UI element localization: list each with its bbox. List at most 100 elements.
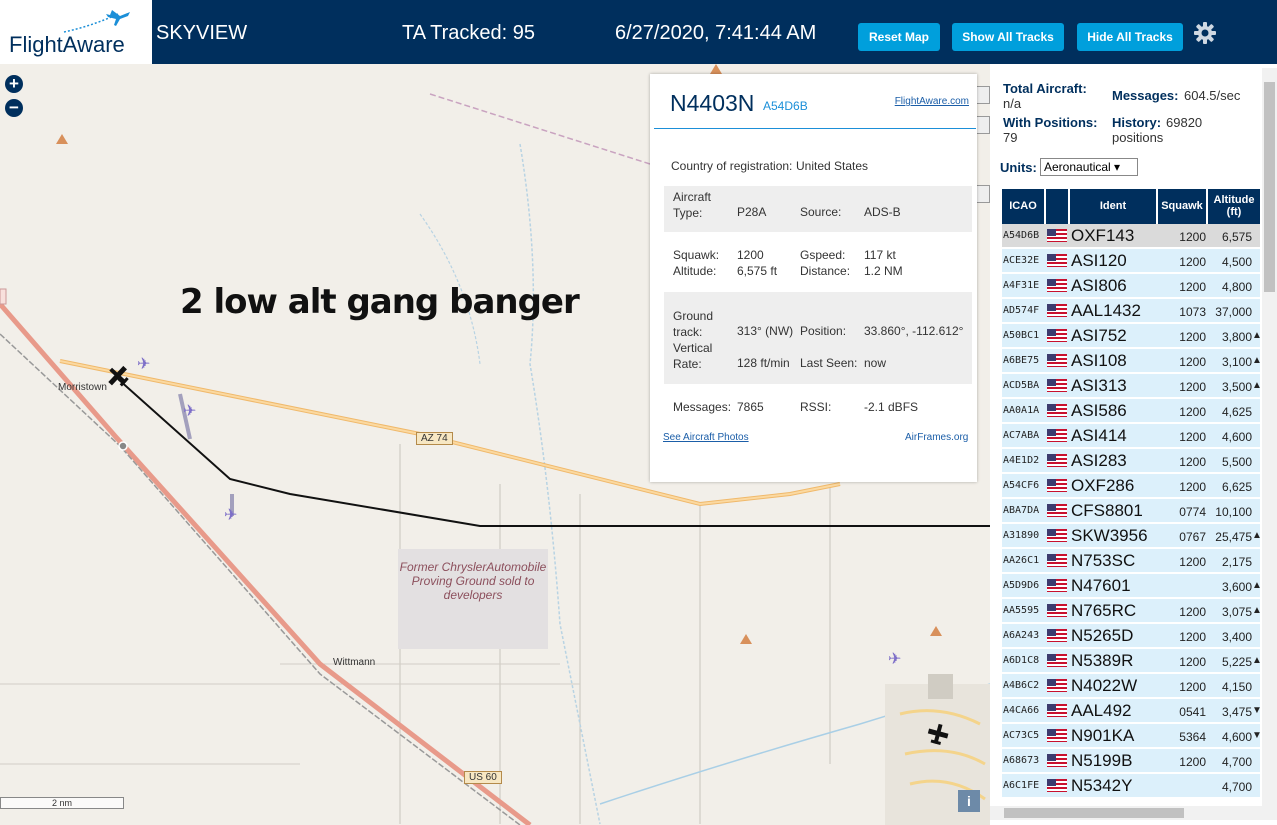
table-row[interactable]: AC7ABA ASI414 1200 4,600 (1002, 424, 1260, 448)
row-altitude: 4,700 (1221, 755, 1252, 769)
row-icao: AD574F (1003, 305, 1040, 316)
row-squawk: 1200 (1179, 480, 1206, 494)
row-squawk: 1200 (1179, 655, 1206, 669)
vertical-scrollbar[interactable] (1262, 68, 1277, 820)
row-icao: A68673 (1003, 755, 1040, 766)
reset-map-button[interactable]: Reset Map (858, 23, 940, 51)
flag-icon (1047, 679, 1067, 692)
table-row[interactable]: ABA7DA CFS8801 0774 10,100 (1002, 499, 1260, 523)
flag-icon (1047, 704, 1067, 717)
row-altitude: 2,175 (1221, 555, 1252, 569)
flag-icon (1047, 504, 1067, 517)
last-seen-value: now (864, 356, 887, 370)
tracked-count: TA Tracked: 95 (402, 22, 536, 44)
col-icao[interactable]: ICAO (1002, 189, 1044, 224)
row-ident: N5342Y (1071, 776, 1133, 795)
table-row[interactable]: ACD5BA ASI313 1200 3,500 ▲ (1002, 374, 1262, 398)
gear-icon[interactable] (1193, 21, 1217, 45)
table-row[interactable]: A4B6C2 N4022W 1200 4,150 (1002, 674, 1260, 698)
col-ident[interactable]: Ident (1070, 189, 1156, 224)
zoom-out-button[interactable]: − (5, 99, 23, 117)
table-row[interactable]: A6A243 N5265D 1200 3,400 (1002, 624, 1260, 648)
messages-rate-label: Messages: (1112, 88, 1179, 103)
rssi-value: -2.1 dBFS (864, 400, 919, 414)
airframes-link[interactable]: AirFrames.org (905, 432, 968, 443)
svg-text:✈: ✈ (183, 403, 196, 420)
zoom-in-button[interactable]: + (5, 75, 23, 93)
row-squawk: 1200 (1179, 230, 1206, 244)
trend-icon: ▲ (1252, 530, 1262, 541)
row-icao: A6A243 (1003, 630, 1040, 641)
row-altitude: 4,600 (1221, 730, 1252, 744)
table-row[interactable]: A54D6B OXF143 1200 6,575 (1002, 224, 1260, 248)
flightaware-logo[interactable]: FlightAware (0, 0, 152, 64)
table-row[interactable]: A5D9D6 N47601 3,600 ▲ (1002, 574, 1262, 598)
table-row[interactable]: A6C1FE N5342Y 4,700 (1002, 774, 1260, 798)
table-row[interactable]: A6BE75 ASI108 1200 3,100 ▲ (1002, 349, 1262, 373)
row-squawk: 1200 (1179, 430, 1206, 444)
table-row[interactable]: A4CA66 AAL492 0541 3,475 ▼ (1002, 699, 1262, 723)
col-altitude[interactable]: Altitude (ft) (1208, 189, 1260, 224)
units-select[interactable]: Aeronautical ▾ (1040, 158, 1138, 176)
table-row[interactable]: A50BC1 ASI752 1200 3,800 ▲ (1002, 324, 1262, 348)
row-altitude: 4,700 (1221, 780, 1252, 794)
with-positions-value: 79 (1003, 130, 1018, 145)
table-row[interactable]: AD574F AAL1432 1073 37,000 (1002, 299, 1260, 323)
row-ident: N4022W (1071, 676, 1138, 695)
row-icao: A6BE75 (1003, 355, 1040, 366)
table-row[interactable]: A31890 SKW3956 0767 25,475 ▲ (1002, 524, 1262, 548)
flag-icon (1047, 479, 1067, 492)
scrollbar-thumb[interactable] (1264, 82, 1275, 292)
row-icao: A4CA66 (1003, 705, 1040, 716)
flag-icon (1047, 429, 1067, 442)
show-all-tracks-button[interactable]: Show All Tracks (952, 23, 1064, 51)
row-altitude: 4,625 (1221, 405, 1252, 419)
hscroll-thumb[interactable] (1004, 808, 1184, 818)
flightaware-link[interactable]: FlightAware.com (895, 96, 969, 107)
col-flag[interactable] (1046, 189, 1068, 224)
row-ident: OXF143 (1071, 226, 1135, 245)
table-row[interactable]: A4E1D2 ASI283 1200 5,500 (1002, 449, 1260, 473)
aircraft-type-label: Aircraft Type: (673, 190, 712, 220)
table-row[interactable]: AA5595 N765RC 1200 3,075 ▲ (1002, 599, 1262, 623)
row-icao: ABA7DA (1003, 505, 1040, 516)
flag-icon (1047, 404, 1067, 417)
squawk-label: Squawk: (673, 248, 720, 262)
table-row[interactable]: A4F31E ASI806 1200 4,800 (1002, 274, 1260, 298)
row-ident: N901KA (1071, 726, 1135, 745)
row-altitude: 4,800 (1221, 280, 1252, 294)
row-icao: A6D1C8 (1003, 655, 1040, 666)
table-row[interactable]: ACE32E ASI120 1200 4,500 (1002, 249, 1260, 273)
gspeed-label: Gspeed: (800, 248, 846, 262)
row-altitude: 6,575 (1221, 230, 1252, 244)
horizontal-scrollbar[interactable] (990, 806, 1262, 820)
trend-icon: ▲ (1252, 380, 1262, 391)
table-row[interactable]: AA26C1 N753SC 1200 2,175 (1002, 549, 1260, 573)
flag-icon (1047, 554, 1067, 567)
table-row[interactable]: AA0A1A ASI586 1200 4,625 (1002, 399, 1260, 423)
table-row[interactable]: A6D1C8 N5389R 1200 5,225 ▲ (1002, 649, 1262, 673)
row-altitude: 6,625 (1221, 480, 1252, 494)
row-squawk: 1200 (1179, 680, 1206, 694)
hide-all-tracks-button[interactable]: Hide All Tracks (1077, 23, 1183, 51)
col-squawk[interactable]: Squawk (1158, 189, 1206, 224)
table-row[interactable]: A54CF6 OXF286 1200 6,625 (1002, 474, 1260, 498)
popup-hex[interactable]: A54D6B (763, 99, 808, 113)
table-row[interactable]: AC73C5 N901KA 5364 4,600 ▼ (1002, 724, 1262, 748)
row-squawk: 5364 (1179, 730, 1206, 744)
row-icao: A5D9D6 (1003, 580, 1040, 591)
flag-icon (1047, 454, 1067, 467)
aircraft-photos-link[interactable]: See Aircraft Photos (663, 432, 749, 443)
row-squawk: 0541 (1179, 705, 1206, 719)
table-row[interactable]: A68673 N5199B 1200 4,700 (1002, 749, 1260, 773)
row-altitude: 4,150 (1221, 680, 1252, 694)
info-button[interactable]: i (958, 790, 980, 812)
distance-value: 1.2 NM (864, 264, 903, 278)
vertical-rate-value: 128 ft/min (737, 356, 790, 370)
flag-icon (1047, 229, 1067, 242)
row-ident: N5265D (1071, 626, 1134, 645)
flag-icon (1047, 379, 1067, 392)
row-altitude: 3,500 (1221, 380, 1252, 394)
flag-icon (1047, 354, 1067, 367)
row-ident: ASI586 (1071, 401, 1127, 420)
